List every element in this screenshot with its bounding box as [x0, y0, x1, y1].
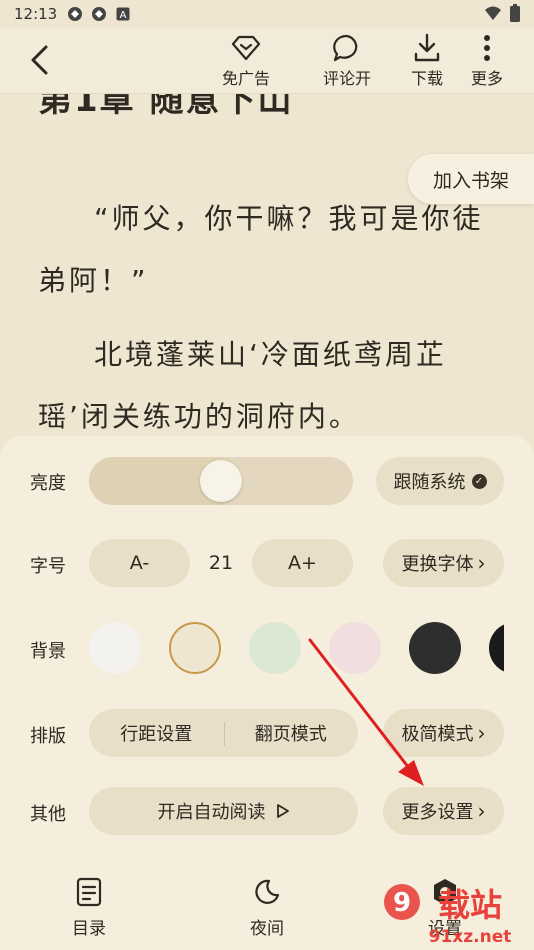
background-swatch[interactable]: [249, 622, 301, 674]
auto-read-label: 开启自动阅读: [157, 802, 266, 823]
more-settings-label: 更多设置: [401, 802, 474, 823]
battery-icon: [510, 4, 520, 26]
site-watermark: 9 载站 91xz.net: [384, 884, 511, 947]
catalog-button[interactable]: 目录: [49, 876, 129, 939]
layout-label: 排版: [30, 726, 66, 747]
auto-read-button[interactable]: 开启自动阅读: [89, 787, 358, 835]
other-label: 其他: [30, 804, 66, 825]
chevron-right-icon: ›: [477, 799, 486, 823]
chevron-right-icon: ›: [477, 721, 486, 745]
background-swatch[interactable]: [169, 622, 221, 674]
background-swatch[interactable]: [329, 622, 381, 674]
minimal-mode-button[interactable]: 极简模式 ›: [383, 709, 504, 757]
svg-text:9: 9: [393, 888, 411, 918]
catalog-label: 目录: [72, 919, 106, 939]
night-moon-icon: [251, 876, 283, 908]
line-spacing-button[interactable]: 行距设置: [120, 720, 192, 746]
svg-text:载站: 载站: [438, 886, 502, 924]
play-icon: [276, 804, 289, 818]
minimal-mode-label: 极简模式: [401, 724, 474, 745]
background-swatch[interactable]: [489, 622, 504, 674]
night-mode-label: 夜间: [250, 919, 284, 939]
more-settings-button[interactable]: 更多设置 ›: [383, 787, 504, 835]
watermark-logo: 9 载站 91xz.net: [384, 884, 511, 947]
page-turn-mode-button[interactable]: 翻页模式: [255, 720, 327, 746]
layout-divider: [224, 722, 225, 746]
night-mode-button[interactable]: 夜间: [227, 876, 307, 939]
catalog-icon: [73, 876, 105, 908]
background-swatch[interactable]: [409, 622, 461, 674]
background-swatch[interactable]: [89, 622, 141, 674]
svg-text:91xz.net: 91xz.net: [429, 927, 512, 947]
